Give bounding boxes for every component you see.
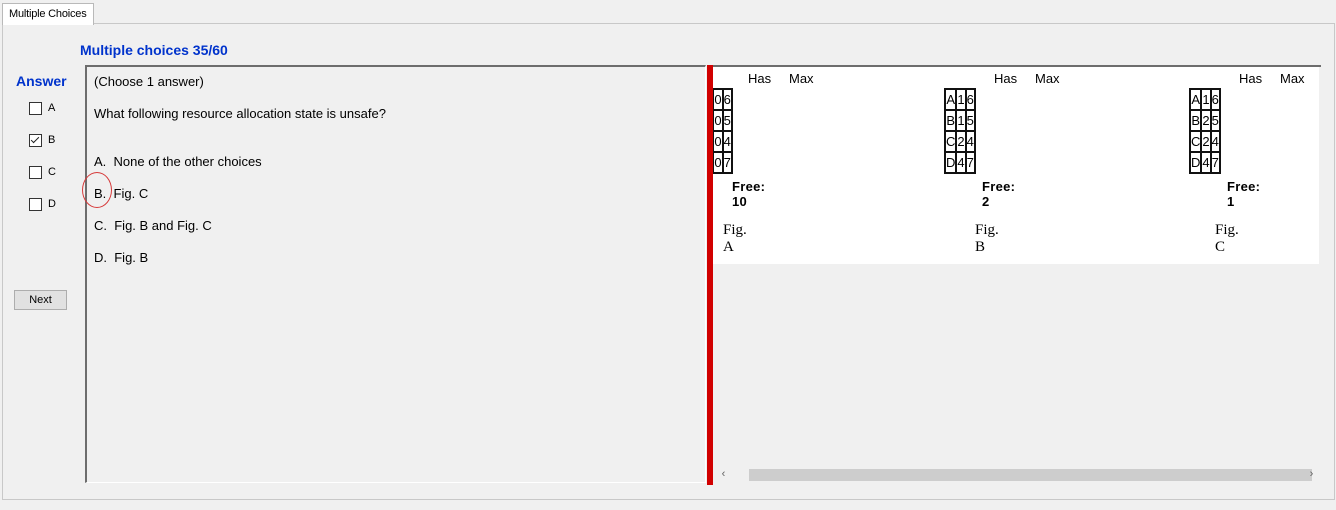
choice-text: Fig. B and Fig. C bbox=[114, 218, 212, 233]
choice-letter: B. bbox=[94, 186, 107, 201]
figure-caption: Fig. C bbox=[1215, 222, 1239, 255]
answer-option-label: B bbox=[48, 134, 56, 146]
max-cell: 6 bbox=[1209, 88, 1221, 111]
has-header: Has bbox=[1239, 71, 1263, 86]
max-cell: 5 bbox=[964, 109, 976, 132]
answer-checkbox-c[interactable] bbox=[29, 166, 42, 179]
choice-letter: C. bbox=[94, 218, 107, 233]
free-resources: Free: 1 bbox=[1227, 179, 1261, 209]
answer-option-label: C bbox=[48, 166, 56, 178]
max-cell: 6 bbox=[964, 88, 976, 111]
scroll-right-arrow-icon[interactable]: › bbox=[1303, 466, 1320, 483]
max-header: Max bbox=[789, 71, 814, 86]
free-resources: Free: 10 bbox=[732, 179, 766, 209]
max-cell: 5 bbox=[1209, 109, 1221, 132]
has-cell: 4 bbox=[955, 151, 967, 174]
process-cell: D bbox=[1188, 151, 1203, 174]
max-cell: 4 bbox=[721, 130, 733, 153]
has-header: Has bbox=[748, 71, 772, 86]
answer-checkbox-d[interactable] bbox=[29, 198, 42, 211]
answer-label: Answer bbox=[16, 73, 67, 89]
has-cell: 0 bbox=[713, 130, 724, 153]
process-cell: C bbox=[1188, 130, 1203, 153]
scroll-left-arrow-icon[interactable]: ‹ bbox=[715, 466, 732, 483]
choice-a: A. None of the other choices bbox=[94, 154, 262, 170]
max-cell: 7 bbox=[721, 151, 733, 174]
has-cell: 1 bbox=[1200, 88, 1212, 111]
choice-b: B. Fig. C bbox=[94, 186, 148, 202]
has-cell: 1 bbox=[955, 88, 967, 111]
process-cell: B bbox=[943, 109, 958, 132]
next-button[interactable]: Next bbox=[14, 290, 67, 310]
answer-option-label: D bbox=[48, 198, 56, 210]
max-header: Max bbox=[1035, 71, 1060, 86]
question-text: What following resource allocation state… bbox=[94, 106, 386, 121]
process-cell: B bbox=[1188, 109, 1203, 132]
question-panel: (Choose 1 answer) What following resourc… bbox=[85, 65, 706, 483]
question-instruction: (Choose 1 answer) bbox=[94, 74, 204, 89]
figure-panel: Has Max A06 B05 C04 D07 Free: 10 Fig. A … bbox=[713, 65, 1321, 485]
max-cell: 4 bbox=[1209, 130, 1221, 153]
scroll-thumb[interactable] bbox=[749, 469, 1312, 481]
max-cell: 4 bbox=[964, 130, 976, 153]
has-cell: 2 bbox=[1200, 109, 1212, 132]
has-header: Has bbox=[994, 71, 1018, 86]
choice-text: None of the other choices bbox=[113, 154, 262, 169]
max-cell: 6 bbox=[721, 88, 733, 111]
figure-caption: Fig. A bbox=[723, 222, 747, 255]
max-cell: 7 bbox=[964, 151, 976, 174]
has-cell: 2 bbox=[955, 130, 967, 153]
process-cell: C bbox=[943, 130, 958, 153]
has-cell: 0 bbox=[713, 109, 724, 132]
process-cell: D bbox=[943, 151, 958, 174]
choice-d: D. Fig. B bbox=[94, 250, 148, 266]
tab-multiple-choices[interactable]: Multiple Choices bbox=[2, 3, 94, 25]
choice-letter: A. bbox=[94, 154, 107, 169]
allocation-table: A06 B05 C04 D07 bbox=[713, 88, 733, 174]
page-title: Multiple choices 35/60 bbox=[80, 42, 228, 58]
max-cell: 5 bbox=[721, 109, 733, 132]
horizontal-scrollbar[interactable]: ‹ › bbox=[713, 466, 1319, 483]
process-cell: A bbox=[1188, 88, 1203, 111]
allocation-table: A16 B15 C24 D47 bbox=[943, 88, 976, 174]
has-cell: 0 bbox=[713, 88, 724, 111]
tab-strip: Multiple Choices bbox=[0, 0, 1336, 25]
has-cell: 2 bbox=[1200, 130, 1212, 153]
answer-option-label: A bbox=[48, 102, 56, 114]
max-cell: 7 bbox=[1209, 151, 1221, 174]
choice-text: Fig. B bbox=[114, 250, 149, 265]
figure-caption: Fig. B bbox=[975, 222, 999, 255]
answer-checkbox-b[interactable] bbox=[29, 134, 42, 147]
max-header: Max bbox=[1280, 71, 1305, 86]
allocation-table: A16 B25 C24 D47 bbox=[1188, 88, 1221, 174]
has-cell: 4 bbox=[1200, 151, 1212, 174]
choice-c: C. Fig. B and Fig. C bbox=[94, 218, 212, 234]
choice-text: Fig. C bbox=[113, 186, 149, 201]
free-resources: Free: 2 bbox=[982, 179, 1016, 209]
choice-letter: D. bbox=[94, 250, 107, 265]
figure-image: Has Max A06 B05 C04 D07 Free: 10 Fig. A … bbox=[713, 67, 1319, 264]
process-cell: A bbox=[943, 88, 958, 111]
has-cell: 1 bbox=[955, 109, 967, 132]
has-cell: 0 bbox=[713, 151, 724, 174]
answer-checkbox-a[interactable] bbox=[29, 102, 42, 115]
